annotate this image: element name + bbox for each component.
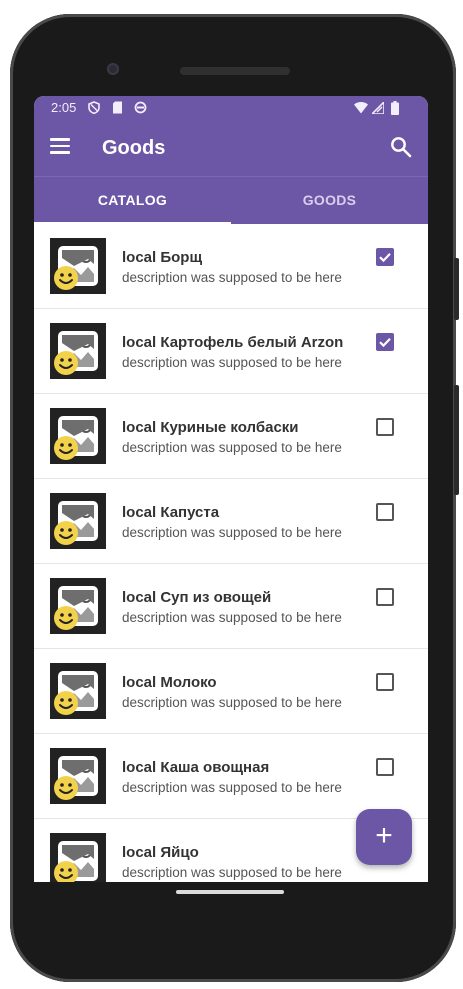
front-camera bbox=[107, 63, 119, 75]
item-checkbox[interactable] bbox=[376, 503, 394, 521]
product-image bbox=[50, 748, 106, 804]
item-title: local Капуста bbox=[122, 504, 220, 521]
item-title: local Яйцо bbox=[122, 844, 199, 861]
item-title: local Борщ bbox=[122, 249, 203, 266]
item-title: local Суп из овощей bbox=[122, 589, 272, 606]
product-image bbox=[50, 238, 106, 294]
sim-card-icon bbox=[113, 101, 122, 114]
sync-icon bbox=[134, 101, 147, 114]
item-checkbox[interactable] bbox=[376, 418, 394, 436]
tab-catalog[interactable]: CATALOG bbox=[34, 177, 231, 225]
item-title: local Картофель белый Arzon bbox=[122, 334, 344, 351]
volume-button bbox=[454, 385, 459, 495]
goods-list[interactable]: local Борщ description was supposed to be… bbox=[34, 224, 428, 882]
signal-icon bbox=[372, 102, 384, 114]
list-item[interactable]: local Суп из овощей description was suppo… bbox=[34, 564, 428, 649]
list-item[interactable]: local Каша овощная description was suppos… bbox=[34, 734, 428, 819]
item-checkbox[interactable] bbox=[376, 758, 394, 776]
item-description: description was supposed to be here bbox=[122, 695, 342, 710]
tab-goods[interactable]: GOODS bbox=[231, 177, 428, 225]
item-title: local Куриные колбаски bbox=[122, 419, 299, 436]
screen: 2:05 Goods CATALOG GOODS local Борщ desc… bbox=[34, 96, 428, 882]
list-item[interactable]: local Молоко description was supposed to … bbox=[34, 649, 428, 734]
list-item[interactable]: local Картофель белый Arzon description w… bbox=[34, 309, 428, 394]
item-checkbox[interactable] bbox=[376, 673, 394, 691]
item-description: description was supposed to be here bbox=[122, 780, 342, 795]
battery-icon bbox=[391, 101, 399, 115]
status-bar: 2:05 bbox=[34, 96, 428, 120]
tab-bar: CATALOG GOODS bbox=[34, 176, 428, 225]
item-checkbox[interactable] bbox=[376, 333, 394, 351]
item-description: description was supposed to be here bbox=[122, 865, 342, 880]
item-checkbox[interactable] bbox=[376, 588, 394, 606]
app-bar: Goods bbox=[34, 120, 428, 176]
product-image bbox=[50, 833, 106, 882]
product-image bbox=[50, 323, 106, 379]
earpiece-speaker bbox=[180, 67, 290, 75]
item-description: description was supposed to be here bbox=[122, 355, 342, 370]
list-item[interactable]: local Куриные колбаски description was su… bbox=[34, 394, 428, 479]
menu-icon[interactable] bbox=[50, 138, 70, 154]
item-description: description was supposed to be here bbox=[122, 525, 342, 540]
product-image bbox=[50, 663, 106, 719]
power-button bbox=[454, 258, 459, 320]
list-item[interactable]: local Борщ description was supposed to be… bbox=[34, 224, 428, 309]
item-title: local Молоко bbox=[122, 674, 217, 691]
search-icon[interactable] bbox=[390, 136, 412, 158]
item-description: description was supposed to be here bbox=[122, 610, 342, 625]
product-image bbox=[50, 578, 106, 634]
page-title: Goods bbox=[102, 137, 166, 159]
product-image bbox=[50, 493, 106, 549]
wifi-icon bbox=[354, 102, 368, 114]
item-description: description was supposed to be here bbox=[122, 440, 342, 455]
shield-icon bbox=[88, 101, 100, 114]
status-time: 2:05 bbox=[51, 100, 77, 115]
item-checkbox[interactable] bbox=[376, 248, 394, 266]
add-button[interactable]: + bbox=[356, 809, 412, 865]
list-item[interactable]: local Капуста description was supposed to… bbox=[34, 479, 428, 564]
item-description: description was supposed to be here bbox=[122, 270, 342, 285]
home-indicator[interactable] bbox=[176, 890, 284, 894]
product-image bbox=[50, 408, 106, 464]
item-title: local Каша овощная bbox=[122, 759, 270, 776]
plus-icon: + bbox=[375, 819, 393, 852]
